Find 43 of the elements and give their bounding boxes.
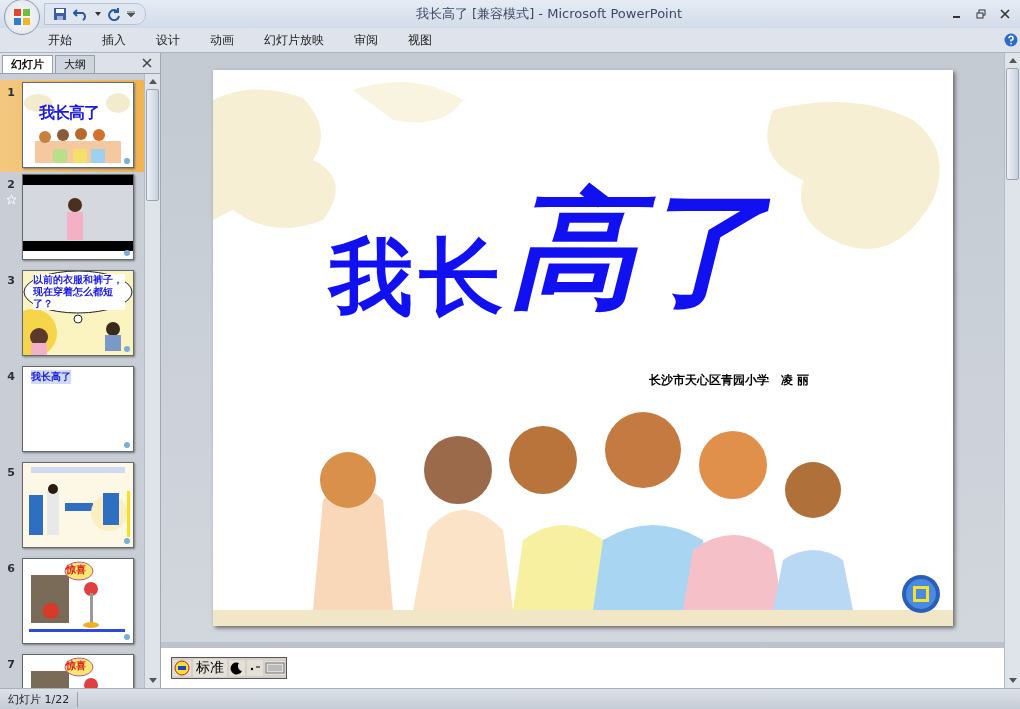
slide-number: 7 — [7, 658, 15, 671]
ime-mode-button[interactable]: 标准 — [193, 659, 227, 677]
scrollbar[interactable] — [1004, 53, 1020, 688]
slide-number: 2 — [7, 178, 15, 191]
author-text: 长沙市天心区青园小学 凌 丽 — [648, 371, 809, 389]
thumbnail-text: 我长高了 — [39, 103, 99, 124]
moon-icon[interactable] — [229, 660, 245, 676]
slide-number: 3 — [7, 274, 15, 287]
slide-thumbnail-row[interactable]: 1 我长高了 — [0, 80, 144, 172]
restore-icon[interactable] — [976, 9, 986, 19]
ribbon-tab[interactable]: 动画 — [210, 31, 234, 49]
ribbon-tab[interactable]: 视图 — [408, 31, 432, 49]
thumbnail-text: 我长高了 — [31, 370, 71, 384]
undo-icon[interactable] — [73, 7, 89, 21]
logo-icon — [12, 7, 32, 27]
pane-tab[interactable]: 幻灯片 — [2, 55, 53, 73]
customize-icon[interactable] — [127, 11, 135, 17]
redo-icon[interactable] — [107, 7, 121, 21]
close-icon[interactable] — [142, 58, 152, 68]
thumbnail-text: 惊喜 — [66, 659, 86, 673]
office-button[interactable] — [4, 0, 40, 35]
window-title: 我长高了 [兼容模式] - Microsoft PowerPoint — [414, 5, 684, 23]
pane-tab[interactable]: 大纲 — [55, 55, 95, 73]
ribbon-tab[interactable]: 幻灯片放映 — [264, 31, 324, 49]
punctuation-icon[interactable] — [247, 660, 263, 676]
dropdown-icon[interactable] — [95, 12, 101, 16]
thumbnail-text: 以前的衣服和裤子，现在穿着怎么都短了？ — [33, 274, 125, 310]
slide-title: 我长高了 — [322, 169, 785, 330]
slide-number: 6 — [7, 562, 15, 575]
ribbon-tab[interactable]: 插入 — [102, 31, 126, 49]
slide-number: 5 — [7, 466, 15, 479]
ribbon-tab[interactable]: 设计 — [156, 31, 180, 49]
slide-counter: 幻灯片 1/22 — [0, 691, 79, 707]
ribbon-tab[interactable]: 开始 — [48, 31, 72, 49]
ribbon-tab[interactable]: 审阅 — [354, 31, 378, 49]
help-icon[interactable] — [1004, 33, 1018, 47]
slide-number: 1 — [7, 86, 15, 99]
slide-number: 4 — [7, 370, 15, 383]
ime-logo-icon[interactable] — [173, 660, 191, 676]
close-icon[interactable] — [1000, 9, 1010, 19]
thumbnail-text: 惊喜 — [66, 563, 86, 577]
scrollbar[interactable] — [144, 74, 160, 688]
save-icon[interactable] — [53, 7, 67, 21]
